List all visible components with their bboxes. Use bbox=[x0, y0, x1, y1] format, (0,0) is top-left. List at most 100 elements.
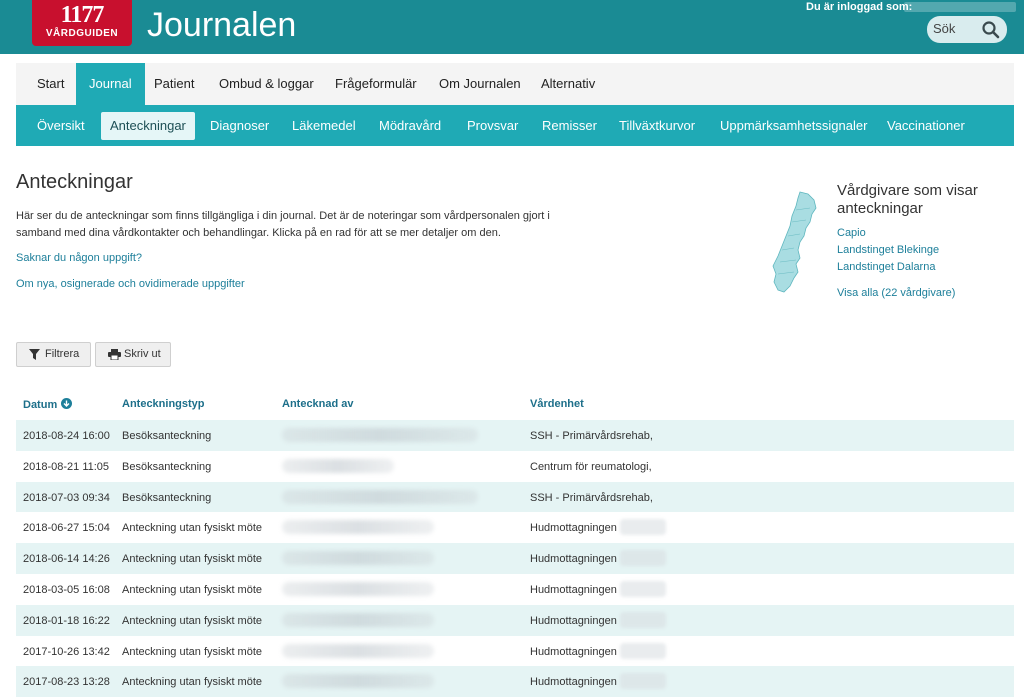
table-row[interactable]: 2017-10-26 13:42 Anteckning utan fysiskt… bbox=[16, 636, 1014, 667]
table-row[interactable]: 2018-07-03 09:34 Besöksanteckning SSH - … bbox=[16, 481, 1014, 513]
table-body: 2018-08-24 16:00 Besöksanteckning SSH - … bbox=[16, 420, 1014, 698]
search-icon[interactable] bbox=[981, 20, 1001, 40]
logo-text: VÅRDGUIDEN bbox=[45, 28, 119, 39]
cell-date: 2018-03-05 16:08 bbox=[23, 583, 110, 596]
print-label: Skriv ut bbox=[124, 348, 161, 360]
cell-author-redacted bbox=[282, 674, 434, 689]
table-row[interactable]: 2018-03-05 16:08 Anteckning utan fysiskt… bbox=[16, 574, 1014, 605]
sort-down-icon[interactable] bbox=[61, 398, 73, 409]
subnav-lakemedel[interactable]: Läkemedel bbox=[283, 112, 365, 140]
column-header-type[interactable]: Anteckningstyp bbox=[122, 398, 205, 410]
sub-nav: Översikt Anteckningar Diagnoser Läkemede… bbox=[16, 105, 1014, 146]
cell-unit-redacted bbox=[620, 519, 666, 536]
cell-date: 2018-01-18 16:22 bbox=[23, 614, 110, 627]
cell-unit-redacted bbox=[620, 550, 666, 567]
subnav-oversikt[interactable]: Översikt bbox=[28, 112, 94, 140]
cell-type: Besöksanteckning bbox=[122, 491, 212, 504]
cell-date: 2018-08-21 11:05 bbox=[23, 460, 110, 473]
nav-om-journalen[interactable]: Om Journalen bbox=[426, 63, 534, 105]
notes-table: Datum Anteckningstyp Antecknad av Vården… bbox=[16, 392, 1014, 698]
cell-author-redacted bbox=[282, 520, 434, 535]
printer-icon bbox=[108, 349, 121, 360]
cell-author-redacted bbox=[282, 581, 434, 596]
filter-label: Filtrera bbox=[45, 348, 80, 360]
filter-button[interactable]: Filtrera bbox=[16, 342, 91, 367]
cell-type: Anteckning utan fysiskt möte bbox=[122, 645, 263, 658]
subnav-provsvar[interactable]: Provsvar bbox=[458, 112, 527, 140]
nav-alternativ[interactable]: Alternativ bbox=[528, 63, 608, 105]
app-title: Journalen bbox=[147, 6, 297, 44]
column-header-date[interactable]: Datum bbox=[23, 398, 73, 411]
unsigned-info-link[interactable]: Om nya, osignerade och ovidimerade uppgi… bbox=[16, 278, 245, 290]
nav-frageformular[interactable]: Frågeformulär bbox=[322, 63, 430, 105]
cell-date: 2018-08-24 16:00 bbox=[23, 430, 110, 442]
search-input[interactable]: Sök bbox=[933, 21, 955, 36]
cell-type: Besöksanteckning bbox=[122, 460, 212, 473]
cell-unit-redacted bbox=[620, 611, 666, 628]
subnav-uppmarksamhetssignaler[interactable]: Uppmärksamhetssignaler bbox=[711, 112, 876, 140]
cell-unit: Hudmottagningen bbox=[530, 614, 617, 627]
subnav-modravard[interactable]: Mödravård bbox=[370, 112, 450, 140]
table-row[interactable]: 2018-08-24 16:00 Besöksanteckning SSH - … bbox=[16, 420, 1014, 451]
cell-type: Anteckning utan fysiskt möte bbox=[122, 583, 263, 596]
logged-in-user bbox=[904, 2, 1016, 12]
cell-unit: Hudmottagningen bbox=[530, 676, 617, 689]
cell-type: Besöksanteckning bbox=[122, 430, 212, 442]
cell-date: 2017-10-26 13:42 bbox=[23, 645, 110, 658]
subnav-tillvaxtkurvor[interactable]: Tillväxtkurvor bbox=[610, 112, 704, 140]
nav-patient[interactable]: Patient bbox=[141, 63, 207, 105]
cell-unit: SSH - Primärvårdsrehab, bbox=[530, 491, 653, 504]
cell-unit: Hudmottagningen bbox=[530, 553, 617, 566]
cell-unit-redacted bbox=[620, 673, 666, 690]
cell-unit: Hudmottagningen bbox=[530, 522, 617, 535]
intro-line-1: Här ser du de anteckningar som finns til… bbox=[16, 210, 550, 222]
intro-line-2: samband med dina vårdkontakter och behan… bbox=[16, 227, 501, 239]
column-header-author[interactable]: Antecknad av bbox=[282, 398, 354, 410]
cell-unit: Hudmottagningen bbox=[530, 583, 617, 596]
providers-title: Vårdgivare som visar anteckningar bbox=[837, 182, 978, 217]
subnav-remisser[interactable]: Remisser bbox=[533, 112, 606, 140]
column-header-date-label: Datum bbox=[23, 399, 58, 411]
cell-type: Anteckning utan fysiskt möte bbox=[122, 676, 263, 689]
missing-info-link[interactable]: Saknar du någon uppgift? bbox=[16, 252, 142, 264]
provider-link-capio[interactable]: Capio bbox=[837, 227, 866, 239]
cell-date: 2018-06-27 15:04 bbox=[23, 522, 110, 535]
nav-start[interactable]: Start bbox=[24, 63, 77, 105]
search-box[interactable]: Sök bbox=[927, 16, 1007, 43]
column-header-unit[interactable]: Vårdenhet bbox=[530, 398, 584, 410]
cell-unit: Hudmottagningen bbox=[530, 645, 617, 658]
page-title: Anteckningar bbox=[16, 171, 133, 193]
cell-date: 2018-07-03 09:34 bbox=[23, 491, 110, 504]
nav-journal[interactable]: Journal bbox=[76, 63, 145, 105]
provider-link-dalarna[interactable]: Landstinget Dalarna bbox=[837, 261, 935, 273]
cell-type: Anteckning utan fysiskt möte bbox=[122, 614, 263, 627]
cell-author-redacted bbox=[282, 489, 478, 504]
table-row[interactable]: 2018-08-21 11:05 Besöksanteckning Centru… bbox=[16, 451, 1014, 482]
login-label: Du är inloggad som: bbox=[806, 1, 913, 13]
table-row[interactable]: 2018-06-27 15:04 Anteckning utan fysiskt… bbox=[16, 512, 1014, 543]
cell-author-redacted bbox=[282, 428, 478, 442]
cell-unit: SSH - Primärvårdsrehab, bbox=[530, 430, 653, 442]
cell-author-redacted bbox=[282, 643, 434, 658]
print-button[interactable]: Skriv ut bbox=[95, 342, 171, 367]
cell-unit-redacted bbox=[620, 580, 666, 597]
subnav-anteckningar[interactable]: Anteckningar bbox=[101, 112, 195, 140]
logo-1177-vardguiden[interactable]: 1177 VÅRDGUIDEN bbox=[32, 0, 132, 46]
subnav-vaccinationer[interactable]: Vaccinationer bbox=[878, 112, 974, 140]
table-row[interactable]: 2018-01-18 16:22 Anteckning utan fysiskt… bbox=[16, 604, 1014, 636]
nav-ombud-loggar[interactable]: Ombud & loggar bbox=[206, 63, 327, 105]
cell-author-redacted bbox=[282, 612, 434, 627]
cell-unit: Centrum för reumatologi, bbox=[530, 460, 652, 473]
logo-number: 1177 bbox=[60, 2, 105, 28]
filter-icon bbox=[29, 349, 40, 360]
cell-author-redacted bbox=[282, 551, 434, 566]
subnav-diagnoser[interactable]: Diagnoser bbox=[201, 112, 278, 140]
table-row[interactable]: 2018-06-14 14:26 Anteckning utan fysiskt… bbox=[16, 543, 1014, 574]
table-header: Datum Anteckningstyp Antecknad av Vården… bbox=[16, 392, 1014, 420]
main-nav: Start Journal Patient Ombud & loggar Frå… bbox=[16, 63, 1014, 105]
provider-link-blekinge[interactable]: Landstinget Blekinge bbox=[837, 244, 939, 256]
table-row[interactable]: 2017-08-23 13:28 Anteckning utan fysiskt… bbox=[16, 666, 1014, 698]
site-header: 1177 VÅRDGUIDEN Journalen Du är inloggad… bbox=[0, 0, 1024, 54]
show-all-providers-link[interactable]: Visa alla (22 vårdgivare) bbox=[837, 287, 955, 299]
cell-type: Anteckning utan fysiskt möte bbox=[122, 553, 263, 566]
